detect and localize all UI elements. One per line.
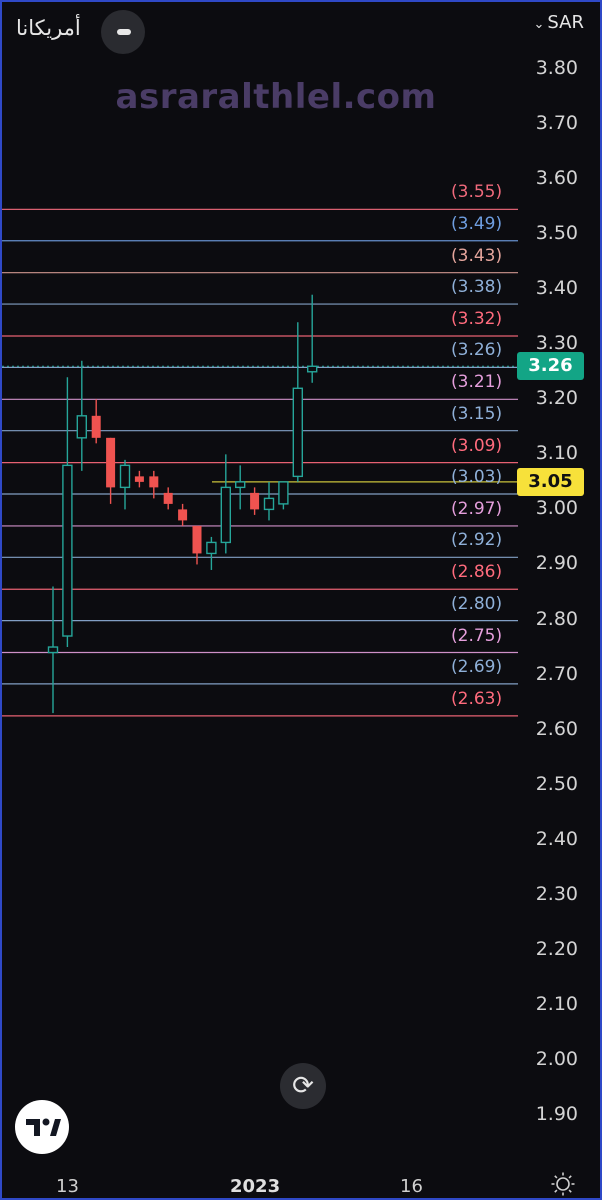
level-label: (3.55) — [451, 182, 503, 203]
level-label: (3.26) — [451, 340, 503, 361]
y-tick-label: 2.50 — [535, 772, 578, 795]
y-tick-label: 3.60 — [535, 167, 578, 190]
y-tick-label: 3.40 — [535, 277, 578, 300]
candle-body-down — [149, 476, 159, 488]
y-tick-label: 3.10 — [535, 442, 578, 465]
level-label: (2.69) — [451, 656, 503, 677]
collapse-button[interactable] — [101, 10, 145, 54]
candle-body-up — [292, 387, 303, 478]
candle-body-up — [278, 481, 289, 505]
level-label: (3.32) — [451, 308, 503, 329]
chevron-down-icon: ⌄ — [533, 17, 545, 32]
watermark: asraralthlel.com — [115, 77, 437, 117]
price-chart[interactable] — [2, 2, 600, 1198]
y-tick-label: 2.90 — [535, 552, 578, 575]
y-tick-label: 2.30 — [535, 882, 578, 905]
tradingview-logo-icon[interactable] — [15, 1100, 69, 1154]
candle-body-down — [178, 509, 188, 521]
y-tick-label: 2.80 — [535, 607, 578, 630]
candle-body-down — [91, 415, 101, 438]
y-tick-label: 3.70 — [535, 112, 578, 135]
y-tick-label: 2.70 — [535, 662, 578, 685]
y-tick-label: 3.80 — [535, 57, 578, 79]
candle-body-down — [134, 476, 144, 482]
level-label: (3.43) — [451, 245, 503, 266]
chart-frame: أمريكانا ⌄ SAR asraralthlel.com 3.80 3.70 3… — [0, 0, 602, 1200]
candle-body-down — [192, 525, 202, 554]
level-label: (2.97) — [451, 498, 503, 519]
candle-body-up — [206, 541, 217, 555]
candle-body-up — [307, 365, 318, 373]
y-tick-label: 1.90 — [535, 1102, 578, 1125]
y-tick-label: 3.30 — [535, 332, 578, 355]
candle-body-up — [62, 464, 73, 637]
symbol-name: أمريكانا — [16, 16, 81, 40]
y-tick-label: 2.40 — [535, 827, 578, 850]
level-label: (2.92) — [451, 530, 503, 551]
sun-settings-icon[interactable] — [551, 1172, 575, 1196]
candle-body-up — [47, 646, 59, 654]
y-tick-label: 3.00 — [535, 497, 578, 520]
level-label: (2.80) — [451, 593, 503, 614]
y-tick-label: 2.20 — [535, 937, 578, 960]
candle-body-down — [106, 437, 116, 488]
level-label: (2.75) — [451, 625, 503, 646]
candle-body-down — [163, 492, 173, 504]
reset-chart-icon[interactable]: ⟳ — [280, 1063, 326, 1109]
currency-selector[interactable]: ⌄ SAR — [534, 12, 585, 33]
level-label: (2.86) — [451, 562, 503, 583]
candle-body-up — [76, 415, 88, 439]
last-price-tag: 3.26 — [517, 352, 584, 381]
x-tick-label: 16 — [400, 1176, 423, 1197]
level-label: (3.38) — [451, 277, 503, 298]
candle-body-down — [250, 492, 260, 510]
candle-body-up — [263, 497, 275, 511]
y-tick-label: 3.50 — [535, 222, 578, 245]
level-label: (3.03) — [451, 466, 503, 487]
minus-icon — [117, 29, 131, 35]
y-tick-label: 2.10 — [535, 992, 578, 1015]
y-tick-label: 2.00 — [535, 1047, 578, 1070]
level-label: (3.15) — [451, 403, 503, 424]
x-tick-label: 2023 — [230, 1176, 281, 1197]
y-tick-label: 3.20 — [535, 387, 578, 410]
level-label: (3.49) — [451, 213, 503, 234]
candle-body-up — [220, 486, 232, 544]
level-label: (3.21) — [451, 372, 503, 393]
y-tick-label: 2.60 — [535, 717, 578, 740]
x-tick-label: 13 — [56, 1176, 79, 1197]
candle-body-up — [234, 481, 246, 489]
highlight-price-tag: 3.05 — [517, 467, 584, 496]
candle-body-up — [119, 464, 131, 489]
currency-label: SAR — [547, 12, 584, 33]
level-label: (2.63) — [451, 688, 503, 709]
level-label: (3.09) — [451, 435, 503, 456]
